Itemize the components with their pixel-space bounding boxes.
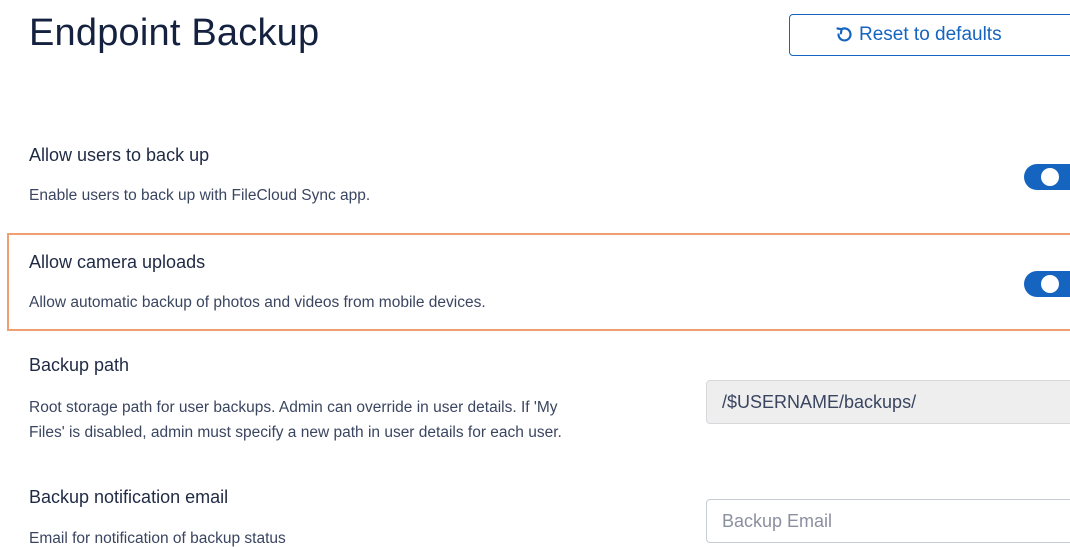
backup-email-input[interactable]: Backup Email: [706, 499, 1070, 543]
reset-button-label: Reset to defaults: [859, 24, 1002, 45]
setting-desc-backup-path-line1: Root storage path for user backups. Admi…: [29, 399, 558, 416]
toggle-knob: [1041, 168, 1059, 186]
reset-to-defaults-button[interactable]: Reset to defaults: [789, 14, 1070, 56]
setting-label-backup-path: Backup path: [29, 355, 130, 375]
highlight-frame: [7, 233, 1070, 331]
toggle-knob: [1041, 275, 1059, 293]
page-title: Endpoint Backup: [29, 12, 320, 54]
setting-label-allow-backup: Allow users to back up: [29, 145, 210, 165]
setting-desc-allow-backup: Enable users to back up with FileCloud S…: [29, 187, 371, 204]
undo-icon: [834, 25, 859, 45]
setting-label-camera-uploads: Allow camera uploads: [29, 252, 206, 272]
setting-desc-backup-path-line2: Files' is disabled, admin must specify a…: [29, 424, 562, 441]
camera-uploads-toggle[interactable]: [1024, 271, 1070, 297]
endpoint-backup-page: Endpoint Backup Reset to defaults Allow …: [0, 0, 1070, 547]
setting-label-notification-email: Backup notification email: [29, 487, 229, 507]
setting-desc-notification-email: Email for notification of backup status: [29, 530, 286, 547]
backup-path-input[interactable]: /$USERNAME/backups/: [706, 380, 1070, 424]
setting-desc-camera-uploads: Allow automatic backup of photos and vid…: [29, 294, 486, 311]
allow-backup-toggle[interactable]: [1024, 164, 1070, 190]
